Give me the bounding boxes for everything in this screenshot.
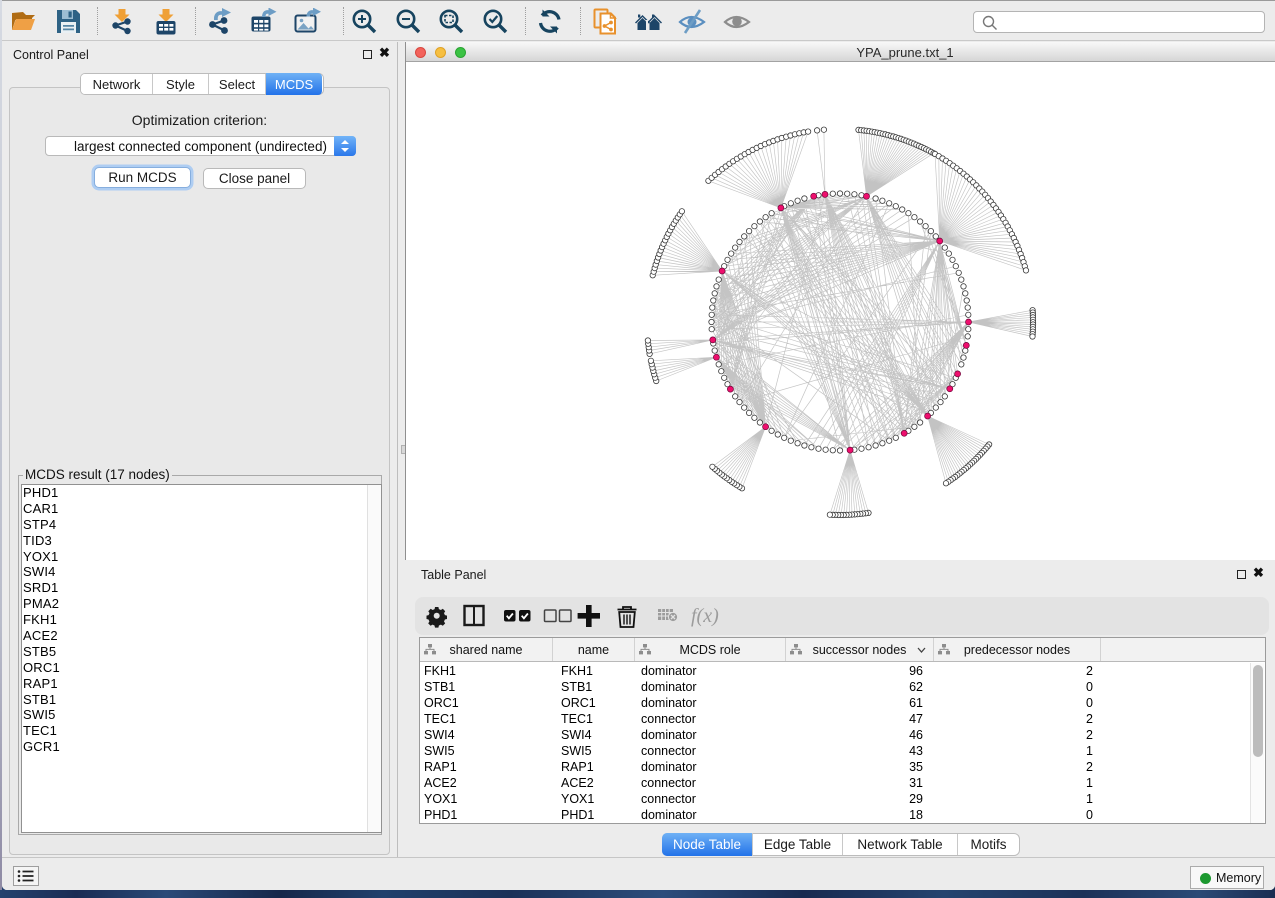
svg-text:f(x): f(x) (691, 605, 719, 627)
